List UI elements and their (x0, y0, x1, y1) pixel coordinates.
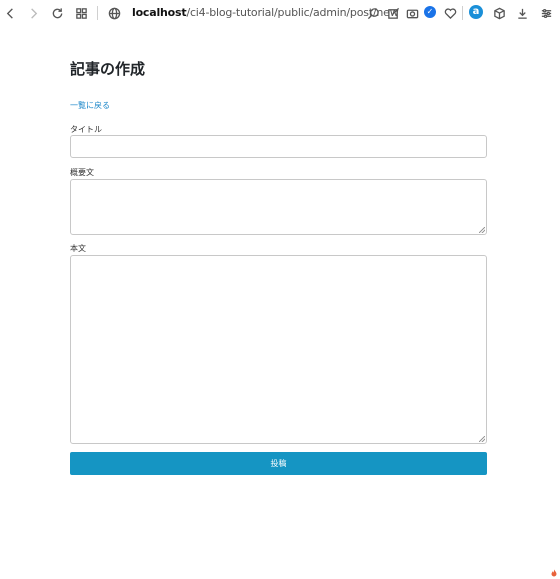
forward-icon[interactable] (24, 4, 42, 22)
page-title: 記事の作成 (70, 60, 146, 78)
amazon-icon[interactable]: a (469, 5, 483, 19)
reload-icon[interactable] (48, 4, 66, 22)
back-to-list-link[interactable]: 一覧に戻る (70, 100, 110, 111)
shield-icon[interactable]: ✓ (424, 6, 436, 18)
toolbar-divider (462, 6, 463, 20)
settings-icon[interactable] (537, 4, 555, 22)
resize-handle-icon[interactable] (479, 227, 485, 233)
submit-button[interactable]: 投稿 (70, 452, 487, 475)
globe-icon[interactable] (105, 4, 123, 22)
corner-status-icon (550, 569, 558, 577)
download-icon[interactable] (513, 4, 531, 22)
back-icon[interactable] (1, 4, 19, 22)
address-bar[interactable]: localhost/ci4-blog-tutorial/public/admin… (132, 6, 399, 20)
edit-icon[interactable] (384, 4, 402, 22)
box-icon[interactable] (490, 4, 508, 22)
title-label: タイトル (70, 125, 102, 134)
browser-toolbar: localhost/ci4-blog-tutorial/public/admin… (0, 0, 560, 26)
camera-icon[interactable] (403, 4, 421, 22)
resize-handle-icon[interactable] (479, 436, 485, 442)
zoom-icon[interactable] (364, 4, 382, 22)
url-host: localhost (132, 6, 187, 19)
heart-icon[interactable] (441, 4, 459, 22)
title-input[interactable] (70, 135, 487, 158)
apps-icon[interactable] (72, 4, 90, 22)
summary-label: 概要文 (70, 168, 94, 177)
toolbar-divider (97, 6, 98, 20)
summary-textarea[interactable] (70, 179, 487, 235)
body-textarea[interactable] (70, 255, 487, 444)
body-label: 本文 (70, 244, 86, 253)
